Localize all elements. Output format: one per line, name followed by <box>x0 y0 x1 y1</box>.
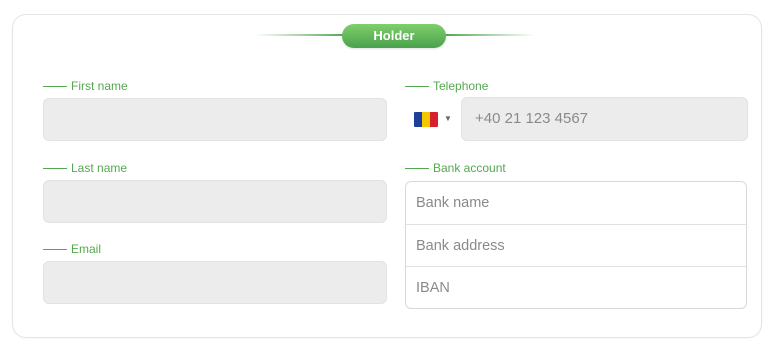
last-name-input[interactable] <box>43 180 387 223</box>
label-dash <box>405 85 429 87</box>
telephone-label: Telephone <box>405 79 488 93</box>
bank-account-label-text: Bank account <box>433 161 506 175</box>
header-divider-left <box>255 34 345 36</box>
email-label-text: Email <box>71 242 102 256</box>
first-name-label: First name <box>43 79 128 93</box>
chevron-down-icon[interactable]: ▼ <box>444 114 452 123</box>
section-title-pill: Holder <box>342 24 446 48</box>
header-divider-right <box>445 34 535 36</box>
label-dash <box>405 167 429 169</box>
first-name-label-text: First name <box>71 79 128 93</box>
first-name-input[interactable] <box>43 98 387 141</box>
flag-stripe-red <box>430 112 438 127</box>
bank-name-input[interactable]: Bank name <box>406 182 746 225</box>
label-dash <box>43 248 67 250</box>
flag-stripe-yellow <box>422 112 430 127</box>
label-dash <box>43 167 67 169</box>
last-name-label: Last name <box>43 161 127 175</box>
bank-address-input[interactable]: Bank address <box>406 225 746 268</box>
telephone-input[interactable]: +40 21 123 4567 <box>461 97 748 141</box>
bank-account-label: Bank account <box>405 161 506 175</box>
email-label: Email <box>43 242 101 256</box>
iban-input[interactable]: IBAN <box>406 267 746 308</box>
romania-flag-icon[interactable] <box>414 112 438 127</box>
last-name-label-text: Last name <box>71 161 128 175</box>
label-dash <box>43 85 67 87</box>
bank-account-group: Bank name Bank address IBAN <box>405 181 747 309</box>
email-input[interactable] <box>43 261 387 304</box>
flag-stripe-blue <box>414 112 422 127</box>
telephone-label-text: Telephone <box>433 79 489 93</box>
